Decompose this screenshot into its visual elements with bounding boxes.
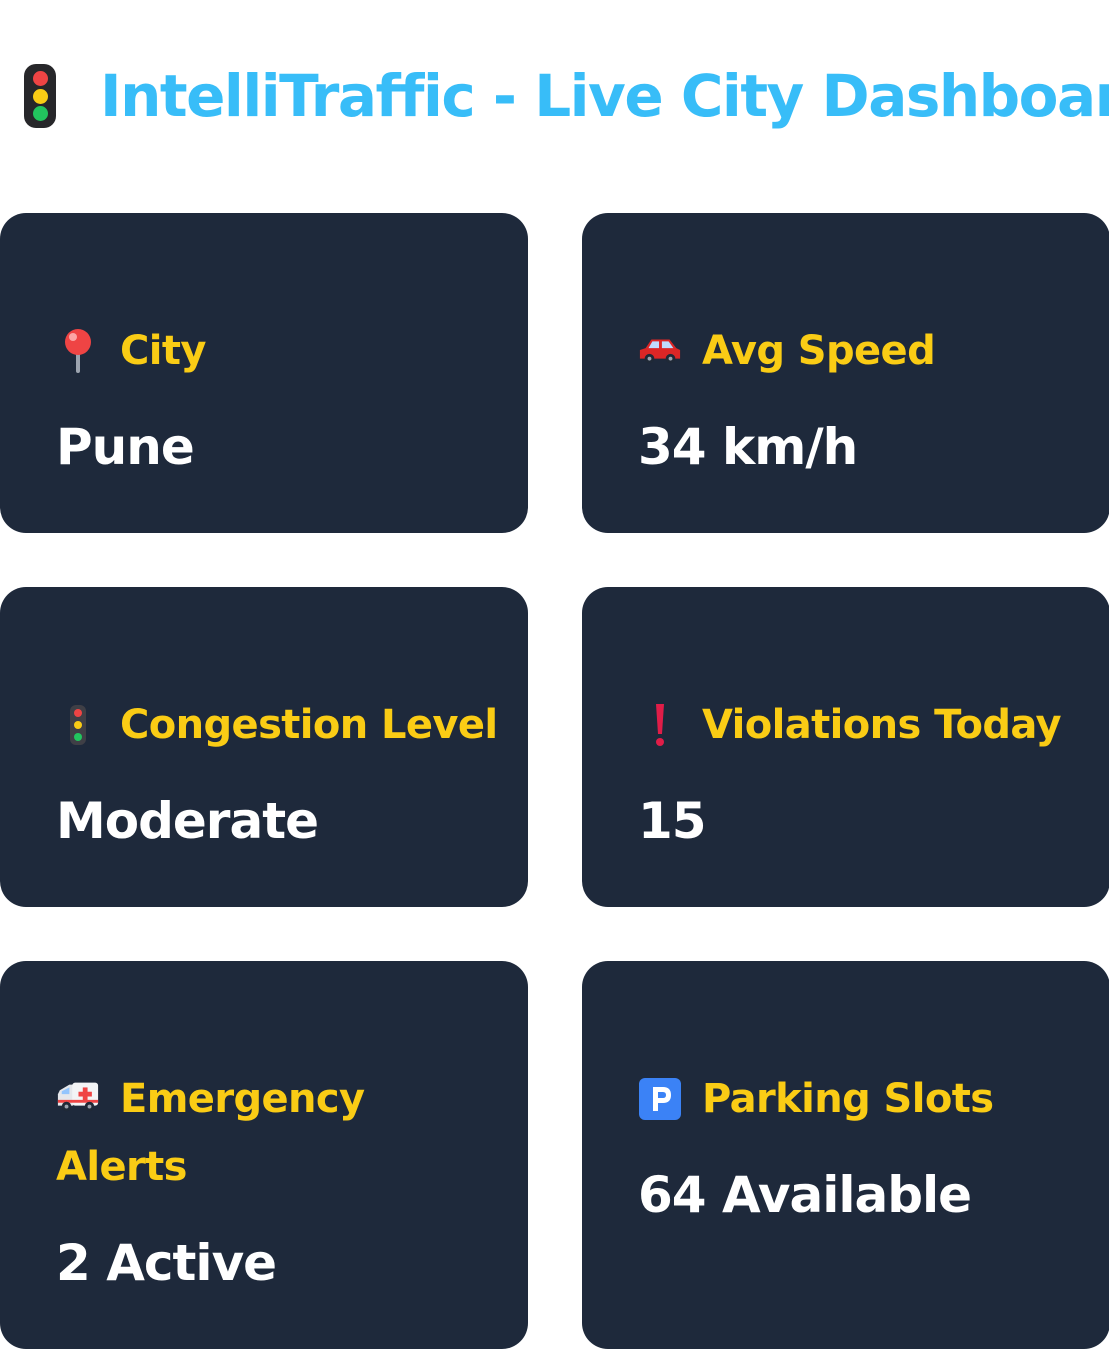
congestion-label: Congestion Level [120, 702, 498, 748]
ambulance-icon [56, 1072, 100, 1122]
traffic-light-icon [56, 700, 100, 750]
parking-icon [638, 1074, 682, 1124]
page-title: IntelliTraffic - Live City Dashboard [100, 62, 1109, 130]
exclamation-icon [638, 700, 682, 750]
emergency-value: 2 Active [56, 1234, 277, 1292]
violations-value: 15 [638, 792, 707, 850]
congestion-card: Congestion Level Moderate [0, 587, 528, 907]
parking-label: Parking Slots [702, 1076, 994, 1122]
parking-card: Parking Slots 64 Available [582, 961, 1109, 1349]
parking-card-label-row: Parking Slots [638, 1065, 1086, 1133]
congestion-card-label-row: Congestion Level [56, 691, 504, 759]
congestion-value: Moderate [56, 792, 319, 850]
round-pushpin-icon [56, 326, 100, 376]
traffic-light-icon [24, 64, 56, 128]
emergency-card: Emergency Alerts 2 Active [0, 961, 528, 1349]
violations-card-label-row: Violations Today [638, 691, 1086, 759]
page-header: IntelliTraffic - Live City Dashboard [24, 56, 1109, 136]
violations-label: Violations Today [702, 702, 1062, 748]
city-label: City [120, 328, 206, 374]
car-icon [638, 326, 682, 376]
emergency-card-label-row: Emergency Alerts [56, 1065, 386, 1201]
avg-speed-label: Avg Speed [702, 328, 936, 374]
parking-value: 64 Available [638, 1166, 972, 1224]
city-value: Pune [56, 418, 195, 476]
city-card: City Pune [0, 213, 528, 533]
emergency-label: Emergency Alerts [56, 1076, 365, 1190]
violations-card: Violations Today 15 [582, 587, 1109, 907]
avg-speed-card-label-row: Avg Speed [638, 317, 1086, 385]
avg-speed-value: 34 km/h [638, 418, 858, 476]
city-card-label-row: City [56, 317, 504, 385]
avg-speed-card: Avg Speed 34 km/h [582, 213, 1109, 533]
